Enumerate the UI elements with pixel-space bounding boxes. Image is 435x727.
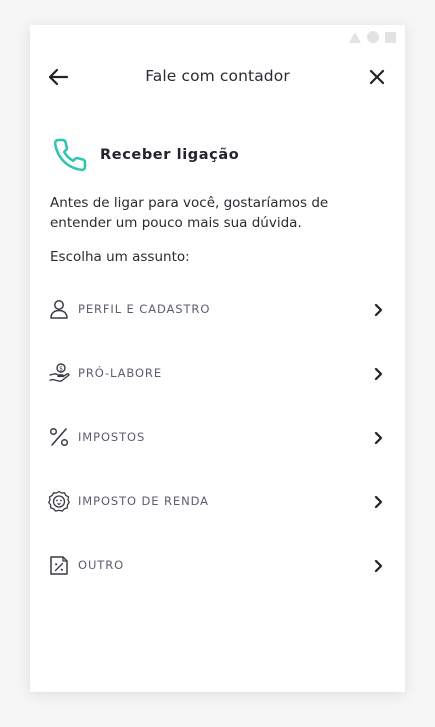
subject-item-imposto-de-renda[interactable]: IMPOSTO DE RENDA [30, 469, 405, 533]
app-screen: Fale com contador Receber ligação Antes … [30, 25, 405, 692]
subject-item-perfil-cadastro[interactable]: PERFIL E CADASTRO [30, 277, 405, 341]
close-icon[interactable] [367, 67, 387, 87]
chevron-right-icon [373, 366, 385, 381]
signal-icon [349, 31, 361, 43]
status-bar [349, 31, 396, 43]
intro-text: Antes de ligar para você, gostaríamos de… [50, 195, 329, 231]
subject-label: PERFIL E CADASTRO [78, 302, 211, 316]
subject-prompt: Escolha um assunto: [50, 249, 190, 265]
section-title: Receber ligação [100, 147, 240, 163]
chevron-right-icon [373, 430, 385, 445]
wifi-icon [367, 31, 379, 43]
chevron-right-icon [373, 494, 385, 509]
percent-icon [48, 426, 70, 448]
phone-icon [52, 137, 88, 173]
subject-item-pro-labore[interactable]: $ PRÓ-LABORE [30, 341, 405, 405]
app-header: Fale com contador [30, 61, 405, 93]
subject-label: IMPOSTOS [78, 430, 146, 444]
svg-text:$: $ [59, 366, 63, 373]
subject-item-impostos[interactable]: IMPOSTOS [30, 405, 405, 469]
lion-icon [48, 490, 70, 512]
user-icon [48, 298, 70, 320]
chevron-right-icon [373, 302, 385, 317]
hand-coin-icon: $ [48, 362, 70, 384]
chevron-right-icon [373, 558, 385, 573]
document-percent-icon [48, 554, 70, 576]
subject-label: PRÓ-LABORE [78, 366, 162, 380]
section-header: Receber ligação [52, 137, 239, 173]
subject-item-outro[interactable]: OUTRO [30, 533, 405, 597]
subject-list: PERFIL E CADASTRO $ PRÓ-LABORE IMPOSTOS … [30, 277, 405, 597]
page-title: Fale com contador [145, 67, 290, 85]
subject-label: OUTRO [78, 558, 125, 572]
subject-label: IMPOSTO DE RENDA [78, 494, 209, 508]
battery-icon [385, 31, 396, 43]
